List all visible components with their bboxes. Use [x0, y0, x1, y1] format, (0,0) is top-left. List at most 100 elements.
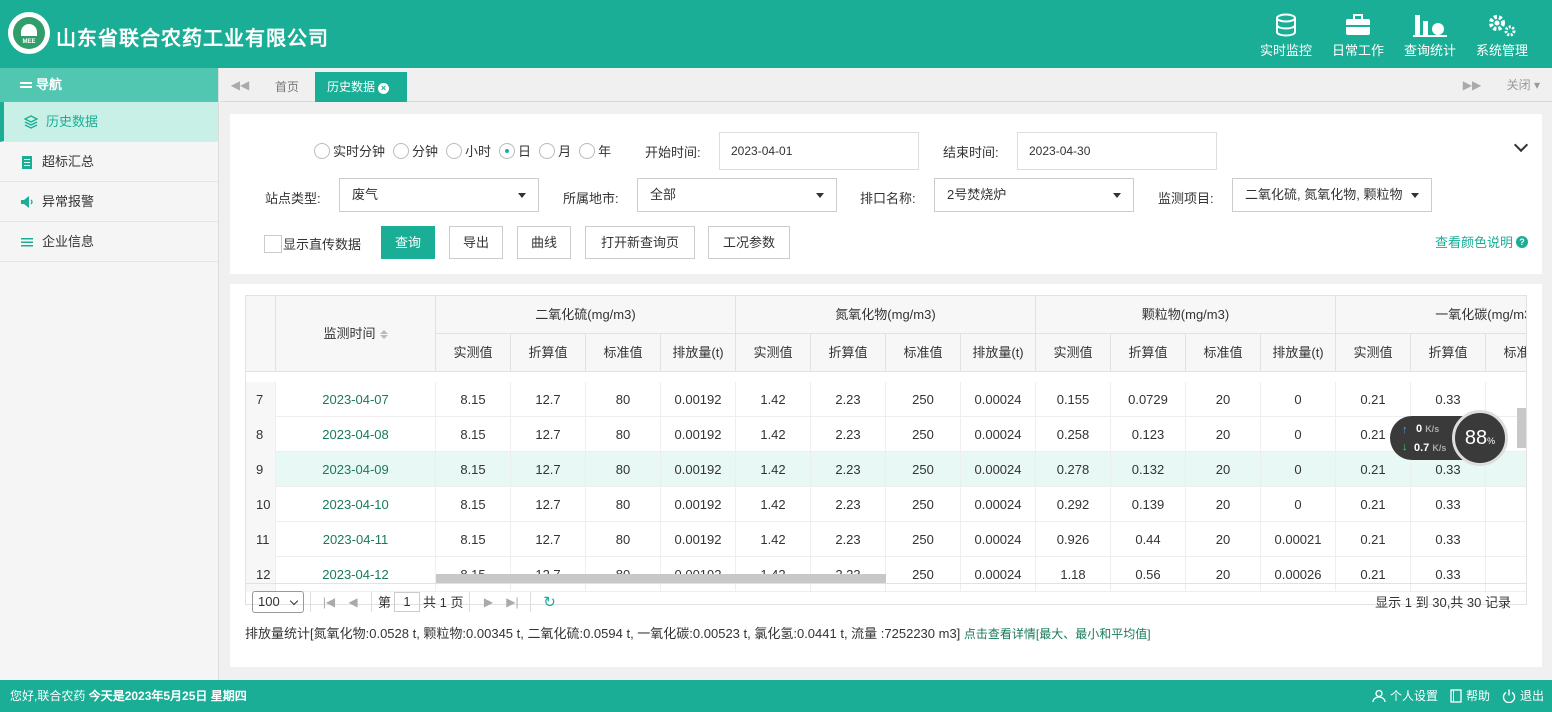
- table-cell: 8.15: [436, 487, 511, 522]
- data-panel: 监测时间 二氧化硫(mg/m3) 实测值 折算值 标准值 排放量(t) 氮氧化物(mg/m…: [230, 284, 1542, 667]
- sub-header: 排放量(t): [961, 334, 1036, 372]
- table-cell: 0: [1261, 382, 1336, 417]
- table-cell: 1.42: [736, 417, 811, 452]
- table-cell: 0.44: [1111, 522, 1186, 557]
- table-row[interactable]: 9 2023-04-09 8.15 12.7 80 0.00192 1.42 2.23 250 0…: [246, 452, 1526, 487]
- city-select[interactable]: 全部: [637, 178, 837, 212]
- end-time-input[interactable]: 2023-04-30: [1017, 132, 1217, 170]
- condition-params-button[interactable]: 工况参数: [708, 226, 790, 259]
- grid-header: 监测时间 二氧化硫(mg/m3) 实测值 折算值 标准值 排放量(t) 氮氧化物(mg/m…: [246, 296, 1526, 372]
- radio-year[interactable]: 年: [579, 141, 611, 160]
- nav-system-admin[interactable]: 系统管理: [1466, 10, 1538, 59]
- open-new-query-button[interactable]: 打开新查询页: [585, 226, 695, 259]
- table-cell: 20: [1186, 522, 1261, 557]
- tab-scroll-right-icon[interactable]: ▶▶: [1452, 68, 1492, 102]
- row-number: 9: [246, 452, 276, 487]
- summary-detail-link[interactable]: 点击查看详情[最大、最小和平均值]: [964, 627, 1151, 641]
- tab-home[interactable]: 首页: [263, 72, 311, 102]
- speaker-icon: [21, 196, 33, 208]
- show-direct-checkbox[interactable]: 显示直传数据: [264, 234, 361, 253]
- table-cell: 0.0729: [1111, 382, 1186, 417]
- station-type-label: 站点类型:: [265, 191, 321, 206]
- horizontal-scrollbar[interactable]: [436, 574, 886, 583]
- close-icon[interactable]: ×: [378, 83, 390, 94]
- close-tabs-dropdown[interactable]: 关闭 ▾: [1507, 68, 1540, 102]
- greeting: 您好,联合农药: [10, 689, 86, 703]
- sidebar-item-exceed-summary[interactable]: 超标汇总: [0, 142, 218, 182]
- table-row[interactable]: 8 2023-04-08 8.15 12.7 80 0.00192 1.42 2.23 250 0…: [246, 417, 1526, 452]
- nav-daily-work[interactable]: 日常工作: [1322, 10, 1394, 59]
- download-arrow-icon: ↓: [1402, 441, 1408, 453]
- page-info: 显示 1 到 30,共 30 记录: [1375, 595, 1511, 610]
- sidebar-item-company-info[interactable]: 企业信息: [0, 222, 218, 262]
- network-speed-widget[interactable]: ↑ 0 K/s ↓ 0.7 K/s 88%: [1390, 410, 1510, 466]
- table-cell: 0.00024: [961, 417, 1036, 452]
- table-cell: 80: [586, 382, 661, 417]
- table-cell: 250: [886, 487, 961, 522]
- question-icon: ?: [1516, 235, 1528, 248]
- sub-header: 实测值: [436, 334, 511, 372]
- first-page-icon[interactable]: |◀: [317, 595, 341, 609]
- radio-month[interactable]: 月: [539, 141, 571, 160]
- start-time-input[interactable]: 2023-04-01: [719, 132, 919, 170]
- curve-button[interactable]: 曲线: [517, 226, 571, 259]
- tab-bar: ◀◀ 首页 历史数据 × ▶▶ 关闭 ▾: [220, 68, 1552, 102]
- export-button[interactable]: 导出: [449, 226, 503, 259]
- row-number: 11: [246, 522, 276, 557]
- page-number-input[interactable]: 1: [394, 591, 421, 612]
- logout-link[interactable]: 退出: [1502, 680, 1544, 712]
- nav-query-stats[interactable]: 查询统计: [1394, 10, 1466, 59]
- row-number-header: [246, 296, 276, 372]
- table-cell: 1.42: [736, 452, 811, 487]
- prev-page-icon[interactable]: ◀: [341, 595, 365, 609]
- radio-hour[interactable]: 小时: [446, 141, 491, 160]
- page-size-select[interactable]: 100: [252, 590, 304, 613]
- tab-scroll-left-icon[interactable]: ◀◀: [220, 68, 260, 102]
- refresh-icon[interactable]: ↻: [537, 593, 561, 611]
- sub-header: 折算值: [1411, 334, 1486, 372]
- nav-realtime-monitor[interactable]: 实时监控: [1250, 10, 1322, 59]
- table-cell: 20: [1186, 487, 1261, 522]
- table-cell: 0.155: [1036, 382, 1111, 417]
- table-cell: 80: [586, 452, 661, 487]
- radio-realtime-minute[interactable]: 实时分钟: [314, 141, 385, 160]
- last-page-icon[interactable]: ▶|: [500, 595, 524, 609]
- sub-header: 标准值: [1186, 334, 1261, 372]
- nav-label: 实时监控: [1259, 43, 1312, 58]
- table-row[interactable]: 7 2023-04-07 8.15 12.7 80 0.00192 1.42 2.23 250 0…: [246, 382, 1526, 417]
- table-cell: 20: [1186, 452, 1261, 487]
- monitor-items-select[interactable]: 二氧化硫, 氮氧化物, 颗粒物: [1232, 178, 1432, 212]
- color-help-link[interactable]: 查看颜色说明?: [1435, 232, 1528, 251]
- radio-minute[interactable]: 分钟: [393, 141, 438, 160]
- group-header: 二氧化硫(mg/m3): [436, 296, 736, 334]
- chevron-down-icon[interactable]: [1513, 137, 1529, 153]
- nav-label: 系统管理: [1475, 43, 1528, 58]
- table-cell: 2.23: [811, 452, 886, 487]
- interval-radio-group: 实时分钟 分钟 小时 日 月 年: [314, 141, 619, 160]
- vertical-scrollbar[interactable]: [1517, 408, 1526, 448]
- sort-icon[interactable]: [379, 330, 388, 340]
- personal-settings-link[interactable]: 个人设置: [1372, 680, 1438, 712]
- sub-header: 折算值: [811, 334, 886, 372]
- sidebar-title: 导航: [0, 68, 218, 102]
- table-cell: 8.15: [436, 382, 511, 417]
- radio-day[interactable]: 日: [499, 141, 531, 160]
- station-type-select[interactable]: 废气: [339, 178, 539, 212]
- today-date: 今天是2023年5月25日 星期四: [88, 689, 247, 703]
- time-column-header[interactable]: 监测时间: [276, 296, 436, 372]
- table-cell: 2.23: [811, 382, 886, 417]
- app-header: MEE 山东省联合农药工业有限公司 实时监控 日常工作 查询统计 系统管理: [0, 0, 1552, 68]
- row-date: 2023-04-07: [276, 382, 436, 417]
- outlet-select[interactable]: 2号焚烧炉: [934, 178, 1134, 212]
- table-row[interactable]: 11 2023-04-11 8.15 12.7 80 0.00192 1.42 2.23 250…: [246, 522, 1526, 557]
- sidebar-item-history[interactable]: 历史数据: [0, 102, 218, 142]
- next-page-icon[interactable]: ▶: [476, 595, 500, 609]
- table-cell: 80: [586, 487, 661, 522]
- query-button[interactable]: 查询: [381, 226, 435, 259]
- table-row[interactable]: 10 2023-04-10 8.15 12.7 80 0.00192 1.42 2.23 250…: [246, 487, 1526, 522]
- table-cell: 2.23: [811, 417, 886, 452]
- tab-history[interactable]: 历史数据 ×: [315, 72, 407, 102]
- sidebar: 导航 历史数据 超标汇总 异常报警 企业信息: [0, 68, 219, 680]
- help-link[interactable]: 帮助: [1450, 680, 1490, 712]
- sidebar-item-alarm[interactable]: 异常报警: [0, 182, 218, 222]
